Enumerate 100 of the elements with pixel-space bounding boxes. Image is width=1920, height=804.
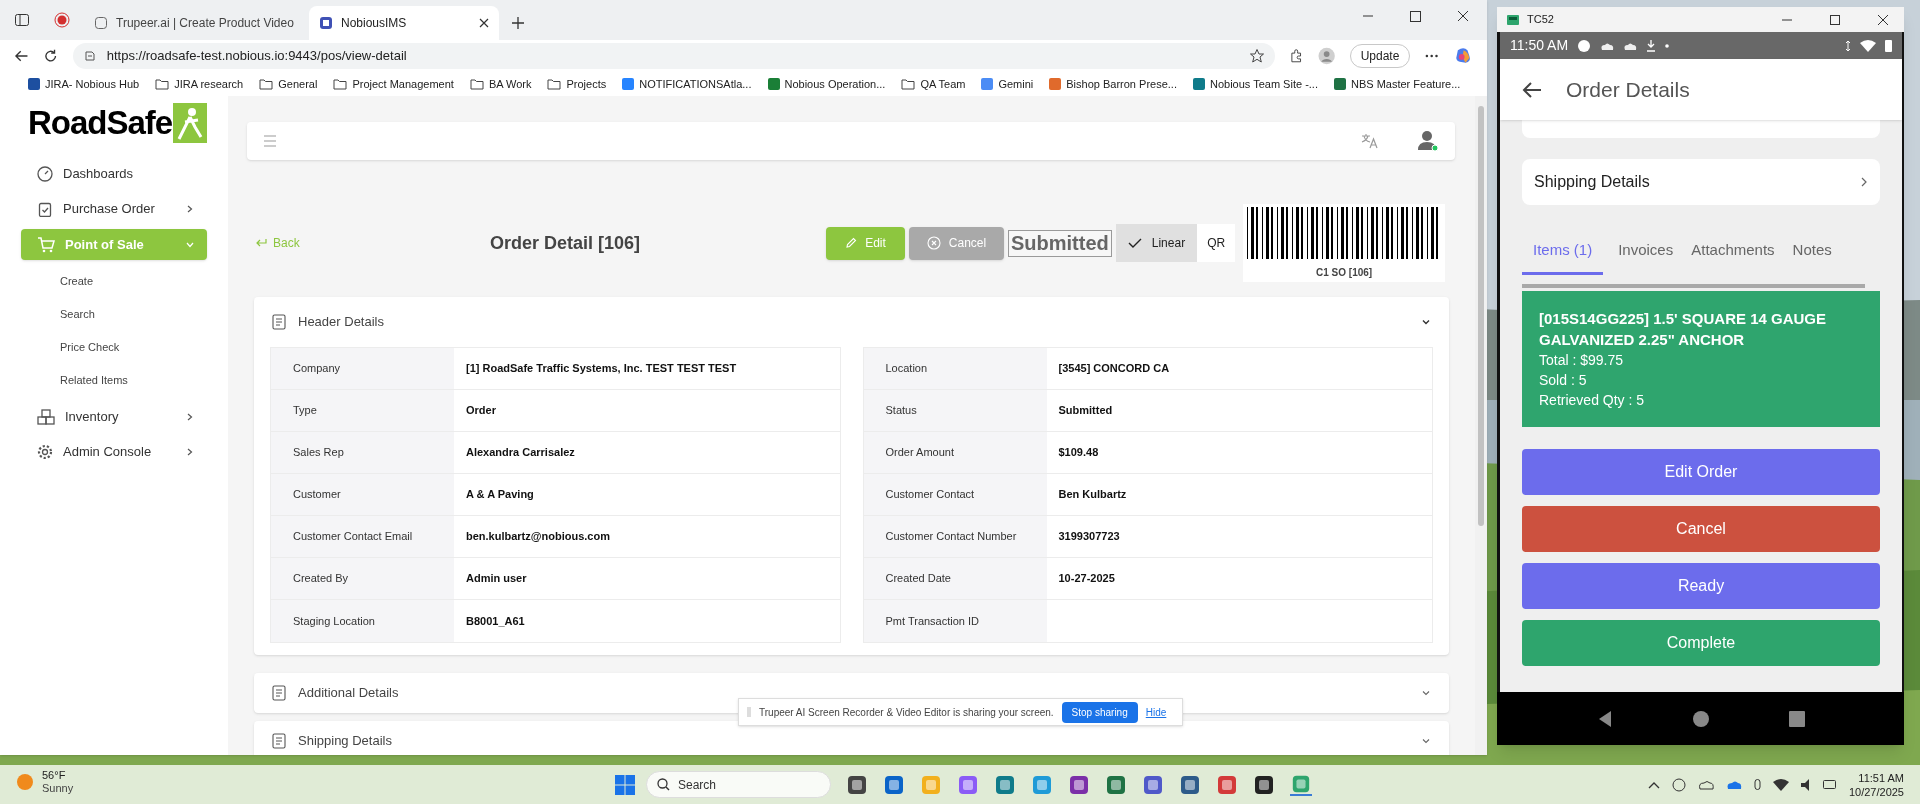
address-bar[interactable]: https://roadsafe-test.nobious.io:9443/pos/view-detail	[72, 43, 1275, 69]
scrollbar-thumb[interactable]	[1478, 106, 1484, 526]
new-tab-icon[interactable]	[511, 16, 525, 30]
speaker-icon[interactable]	[1800, 778, 1811, 791]
status-badge: Submitted	[1008, 229, 1112, 257]
folder-icon	[259, 78, 274, 90]
bookmark[interactable]: Project Management	[333, 75, 454, 93]
browser-tab[interactable]: NobiousIMS	[309, 6, 499, 40]
sidebar-item[interactable]: Inventory	[21, 399, 207, 434]
drag-handle-icon	[747, 707, 751, 717]
bookmark[interactable]: Nobious Operation...	[767, 75, 886, 93]
submenu-item[interactable]: Price Check	[0, 331, 228, 364]
sidebar-item[interactable]: Purchase Order	[21, 191, 207, 226]
field-value: 3199307723	[1057, 529, 1121, 545]
search-icon	[657, 778, 670, 791]
field-label: Sales Rep	[271, 432, 454, 473]
app-icon[interactable]	[846, 773, 868, 796]
close-icon[interactable]	[479, 18, 489, 28]
star-icon[interactable]	[1249, 48, 1265, 64]
translate-icon[interactable]	[1361, 133, 1379, 149]
section-title[interactable]: Additional Details	[298, 683, 399, 703]
tab[interactable]: Items (1)	[1522, 229, 1604, 275]
bookmark[interactable]: Bishop Barron Prese...	[1049, 75, 1177, 93]
maximize-icon[interactable]	[1830, 14, 1840, 25]
dot-icon	[1665, 43, 1670, 48]
app-icon[interactable]	[1068, 773, 1090, 796]
section-title[interactable]: Shipping Details	[298, 731, 392, 751]
bookmark[interactable]: QA Team	[901, 75, 966, 93]
cloud-icon[interactable]	[1725, 779, 1742, 790]
bookmark[interactable]: NOTIFICATIONSAtla...	[622, 75, 752, 93]
refresh-icon[interactable]	[43, 48, 59, 64]
field-label: Customer Contact	[863, 474, 1047, 515]
sidebar-item[interactable]: Dashboards	[21, 156, 207, 191]
action-button[interactable]: Edit Order	[1522, 449, 1880, 495]
chevron-down-icon[interactable]	[1421, 736, 1431, 746]
app-icon[interactable]	[1253, 773, 1275, 796]
cloud-icon[interactable]	[1697, 779, 1714, 790]
bookmark[interactable]: NBS Master Feature...	[1333, 75, 1461, 93]
chevron-down-icon[interactable]	[1421, 317, 1431, 327]
close-icon[interactable]	[1457, 10, 1469, 22]
bookmark[interactable]: JIRA research	[155, 75, 244, 93]
page-icon	[94, 16, 108, 30]
barcode-mode-toggle[interactable]: Linear	[1115, 224, 1198, 262]
record-icon[interactable]	[54, 12, 70, 28]
battery-icon[interactable]	[1822, 780, 1837, 789]
field-value: B8001_A61	[465, 613, 526, 629]
user-avatar-icon[interactable]	[1417, 130, 1439, 152]
item-detail: Total : $99.75	[1539, 351, 1625, 370]
field-value: Order	[465, 403, 497, 419]
action-button[interactable]: Ready	[1522, 563, 1880, 609]
clock-time: 11:51 AM	[1858, 770, 1904, 785]
stop-sharing-button[interactable]: Stop sharing	[1061, 701, 1138, 723]
field-value: Alexandra Carrisalez	[465, 445, 576, 461]
bookmark[interactable]: General	[259, 75, 318, 93]
barcode-mode-toggle[interactable]: QR	[1197, 224, 1236, 262]
page-title: Order Detail [106]	[490, 231, 642, 255]
hide-link[interactable]: Hide	[1145, 704, 1167, 720]
browser-tab[interactable]: Trupeer.ai | Create Product Video	[84, 6, 309, 40]
back-icon[interactable]	[14, 48, 30, 64]
field-value: Ben Kulbartz	[1057, 487, 1128, 503]
chevron-down-icon[interactable]	[1421, 688, 1431, 698]
search-box[interactable]: Search	[646, 771, 831, 798]
tab[interactable]: Attachments	[1688, 229, 1778, 275]
bookmark[interactable]: JIRA- Nobious Hub	[28, 75, 140, 93]
close-icon[interactable]	[1878, 14, 1888, 25]
pencil-icon	[845, 237, 858, 249]
field-value: Admin user	[465, 571, 528, 587]
recents-icon[interactable]	[1788, 710, 1805, 727]
action-button[interactable]: Cancel	[1522, 506, 1880, 552]
start-icon[interactable]	[614, 773, 636, 796]
cart-icon	[37, 236, 55, 253]
bookmark[interactable]: Gemini	[981, 75, 1034, 93]
submenu-item[interactable]: Create	[0, 265, 228, 298]
cancel-circle-icon	[926, 236, 941, 250]
maximize-icon[interactable]	[1410, 11, 1421, 22]
settings-icon	[37, 443, 53, 460]
section-title[interactable]: Header Details	[298, 312, 384, 332]
profile-icon[interactable]	[1318, 47, 1336, 65]
bookmark[interactable]: Nobious Team Site -...	[1192, 75, 1318, 93]
field-label: Pmt Transaction ID	[863, 600, 1047, 642]
home-icon[interactable]	[1692, 709, 1711, 728]
tab[interactable]: Notes	[1789, 229, 1835, 275]
submenu-item[interactable]: Related Items	[0, 364, 228, 397]
sidebar-icon[interactable]	[14, 12, 30, 28]
clipboard-icon	[37, 200, 53, 217]
back-arrow-icon[interactable]	[1522, 80, 1542, 99]
app-icon[interactable]	[1179, 773, 1201, 796]
bookmark[interactable]: Projects	[547, 75, 607, 93]
submenu-item[interactable]: Search	[0, 298, 228, 331]
copilot-icon[interactable]	[1453, 46, 1473, 66]
document-icon	[272, 685, 286, 701]
download-icon	[1646, 39, 1657, 52]
microphone-icon[interactable]	[1753, 778, 1761, 791]
wifi-icon[interactable]	[1772, 778, 1789, 791]
chevron-up-icon[interactable]	[1647, 780, 1660, 789]
shipping-details-row[interactable]: Shipping Details	[1522, 159, 1880, 205]
bookmark[interactable]: BA Work	[469, 75, 532, 93]
document-icon	[272, 733, 286, 749]
tab[interactable]: Invoices	[1615, 229, 1677, 275]
sidebar-item[interactable]: Admin Console	[21, 434, 207, 469]
